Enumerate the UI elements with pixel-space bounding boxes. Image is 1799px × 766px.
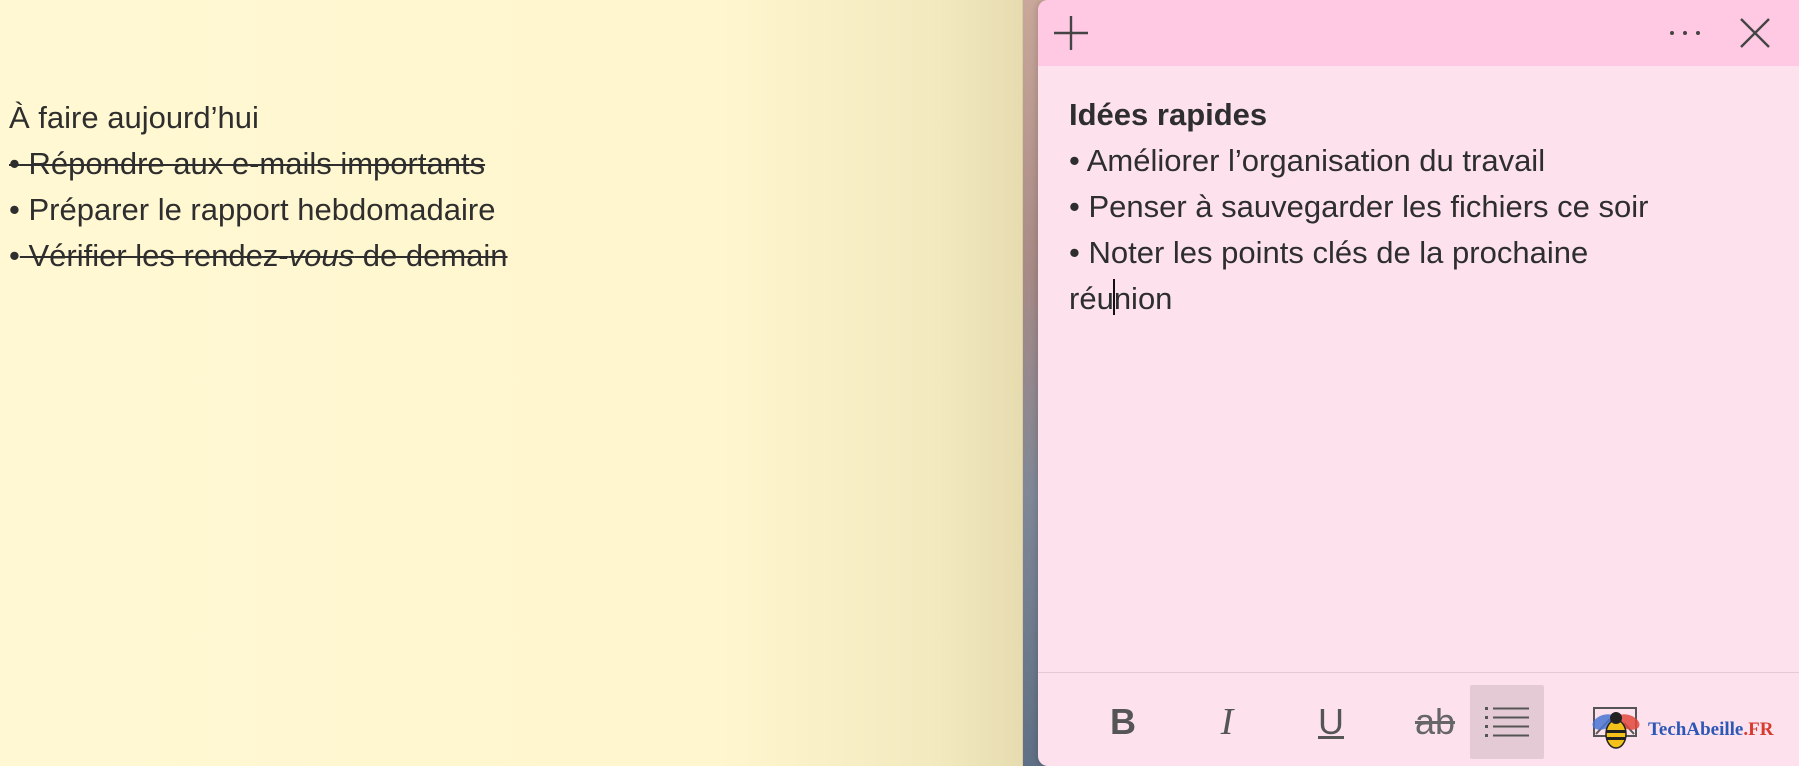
note-line-text: nion bbox=[1113, 281, 1173, 316]
bulleted-list-button[interactable] bbox=[1470, 685, 1544, 759]
pink-sticky-note[interactable]: Idées rapides • Améliorer l’organisation… bbox=[1038, 0, 1799, 766]
note-titlebar[interactable] bbox=[1038, 0, 1799, 66]
todo-item-text-part: Vérifier les rendez- bbox=[19, 238, 289, 273]
plus-icon bbox=[1054, 16, 1088, 50]
new-note-button[interactable] bbox=[1044, 6, 1098, 60]
yellow-note-heading: À faire aujourd’hui bbox=[9, 100, 259, 135]
bee-logo-icon bbox=[1592, 712, 1640, 749]
bullet-list-icon bbox=[1485, 707, 1529, 737]
bullet: • bbox=[9, 192, 20, 227]
note-line: • Noter les points clés de la prochaine bbox=[1069, 235, 1589, 270]
bold-button[interactable]: B bbox=[1086, 685, 1160, 759]
more-dots-icon bbox=[1670, 31, 1700, 35]
note-line-text: réu bbox=[1069, 281, 1114, 316]
bullet: • bbox=[9, 238, 20, 273]
yellow-note-content[interactable]: À faire aujourd’hui • Répondre aux e-mai… bbox=[9, 95, 508, 279]
todo-item-text-part: de demain bbox=[354, 238, 508, 273]
watermark-brand: TechAbeille bbox=[1648, 719, 1744, 740]
note-line: • Penser à sauvegarder les fichiers ce s… bbox=[1069, 189, 1649, 224]
techabeille-watermark: TechAbeille.FR bbox=[1590, 700, 1773, 760]
todo-item-text-italic: vous bbox=[288, 238, 355, 273]
note-line: • Améliorer l’organisation du travail bbox=[1069, 143, 1546, 178]
todo-item-done: • Vérifier les rendez-vous de demain bbox=[9, 233, 508, 279]
underline-button[interactable]: U bbox=[1294, 685, 1368, 759]
bullet: • bbox=[9, 146, 20, 181]
strikethrough-button[interactable]: ab bbox=[1398, 685, 1472, 759]
close-icon bbox=[1740, 18, 1770, 48]
more-options-button[interactable] bbox=[1658, 6, 1712, 60]
todo-item-text: Répondre aux e-mails importants bbox=[19, 146, 486, 181]
todo-item: • Préparer le rapport hebdomadaire bbox=[9, 187, 508, 233]
note-line: réunion bbox=[1069, 276, 1769, 322]
yellow-sticky-note[interactable]: À faire aujourd’hui • Répondre aux e-mai… bbox=[0, 0, 1023, 766]
italic-button[interactable]: I bbox=[1190, 685, 1264, 759]
watermark-suffix: .FR bbox=[1743, 719, 1774, 740]
close-note-button[interactable] bbox=[1728, 6, 1782, 60]
watermark-text: TechAbeille.FR bbox=[1648, 719, 1773, 741]
todo-item-text: Préparer le rapport hebdomadaire bbox=[19, 192, 496, 227]
note-title: Idées rapides bbox=[1069, 97, 1268, 132]
note-editor[interactable]: Idées rapides • Améliorer l’organisation… bbox=[1069, 92, 1769, 322]
todo-item-done: • Répondre aux e-mails importants bbox=[9, 141, 508, 187]
